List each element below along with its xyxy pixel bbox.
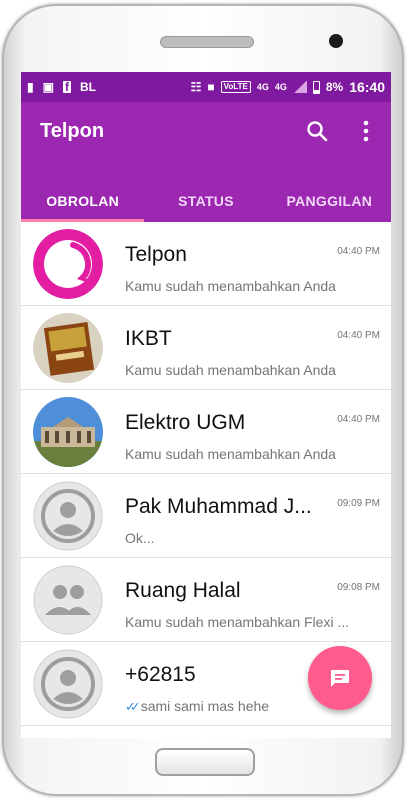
sim-icon: ■ [207, 80, 215, 94]
chat-last-message: Kamu sudah menambahkan Flexi ... [125, 614, 350, 630]
chat-time: 04:40 PM [337, 330, 380, 341]
app-bar: Telpon OBROLAN STATUS PANGGILAN [21, 102, 391, 222]
battery-percent: 8% [325, 80, 344, 94]
chat-name: Pak Muhammad J... [125, 495, 312, 518]
chat-last-message: sami sami mas hehe [140, 698, 270, 714]
chat-row-ikbt[interactable]: IKBT 04:40 PM Kamu sudah menambahkan And… [21, 306, 391, 390]
tab-panggilan[interactable]: PANGGILAN [268, 180, 391, 222]
chat-last-message-wrap: ✓✓ sami sami mas hehe [125, 698, 269, 715]
clock: 16:40 [349, 79, 385, 95]
book-cover-avatar [33, 313, 103, 383]
earpiece-speaker [160, 36, 254, 48]
chat-name: Elektro UGM [125, 411, 246, 434]
default-person-avatar [33, 481, 103, 551]
network-type-2: 4G [274, 82, 287, 92]
status-bar: ▮ ▣ f BL ☷ ■ VoLTE 4G 4G 8% 16:40 [21, 72, 391, 102]
more-options-icon[interactable] [358, 118, 374, 144]
chat-row-pak-muhammad[interactable]: Pak Muhammad J... 09:09 PM Ok... [21, 474, 391, 558]
new-chat-icon [331, 670, 349, 687]
chat-last-message: Kamu sudah menambahkan Anda [125, 362, 336, 378]
chat-time: 04:40 PM [337, 414, 380, 425]
chat-name: IKBT [125, 327, 172, 350]
chat-name: Telpon [125, 243, 187, 266]
network-type-1: 4G [256, 82, 269, 92]
chat-name: Ruang Halal [125, 579, 241, 602]
tab-bar: OBROLAN STATUS PANGGILAN [21, 180, 391, 222]
home-button[interactable] [155, 748, 255, 776]
signal-icon [292, 81, 307, 93]
bbm-label: BL [79, 80, 96, 94]
battery-icon [312, 80, 320, 94]
chat-last-message: Kamu sudah menambahkan Anda [125, 278, 336, 294]
chat-last-message: Kamu sudah menambahkan Anda [125, 446, 336, 462]
chat-last-message: Ok... [125, 530, 155, 546]
facebook-icon: f [62, 80, 71, 94]
default-person-avatar [33, 649, 103, 719]
phone-frame: ▮ ▣ f BL ☷ ■ VoLTE 4G 4G 8% 16:40 Telpon [2, 4, 404, 796]
image-icon: ▣ [42, 80, 54, 94]
screen: ▮ ▣ f BL ☷ ■ VoLTE 4G 4G 8% 16:40 Telpon [21, 72, 391, 738]
chat-time: 04:40 PM [337, 246, 380, 257]
new-chat-fab[interactable] [308, 646, 372, 710]
volte-badge: VoLTE [220, 81, 251, 93]
default-group-avatar [33, 565, 103, 635]
vibrate-icon: ☷ [190, 80, 202, 94]
double-check-icon: ✓✓ [125, 699, 141, 714]
chat-name: +62815 [125, 663, 196, 686]
alert-icon: ▮ [27, 80, 34, 94]
search-icon[interactable] [306, 120, 328, 142]
chat-time: 09:08 PM [337, 582, 380, 593]
app-title: Telpon [40, 120, 105, 142]
chat-row-ruang-halal[interactable]: Ruang Halal 09:08 PM Kamu sudah menambah… [21, 558, 391, 642]
chat-row-telpon[interactable]: Telpon 04:40 PM Kamu sudah menambahkan A… [21, 222, 391, 306]
chat-time: 09:09 PM [337, 498, 380, 509]
tab-status[interactable]: STATUS [144, 180, 267, 222]
front-camera [329, 34, 343, 48]
building-photo-avatar [33, 397, 103, 467]
telpon-logo-avatar [33, 229, 103, 299]
chat-row-partial[interactable] [21, 726, 391, 738]
chat-row-elektro-ugm[interactable]: Elektro UGM 04:40 PM Kamu sudah menambah… [21, 390, 391, 474]
tab-obrolan[interactable]: OBROLAN [21, 180, 145, 222]
